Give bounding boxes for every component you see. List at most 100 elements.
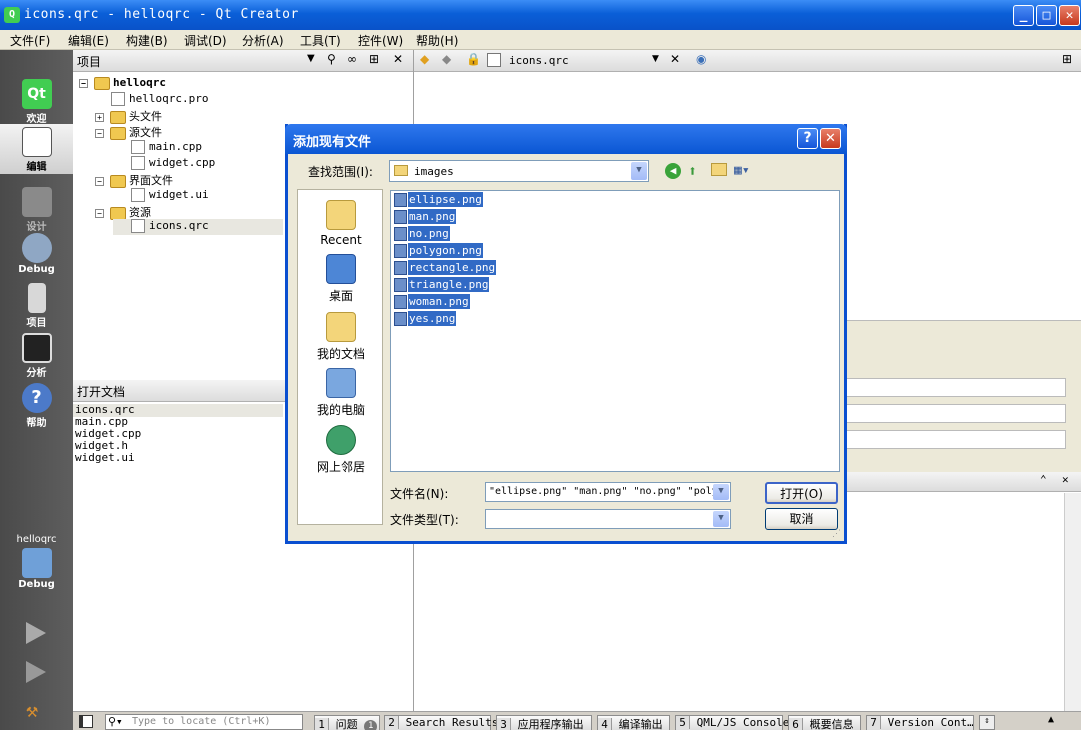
output-tab-app-output[interactable]: 3 应用程序输出 [496,715,592,730]
projects-icon [27,283,46,313]
locator-input[interactable]: ⚲▾ Type to locate (Ctrl+K) [105,714,303,730]
maximize-button[interactable]: □ [1036,5,1057,26]
filter-icon[interactable]: ⚲ [327,52,336,66]
file-item[interactable]: man.png [394,209,457,226]
place-my-computer[interactable]: 我的电脑 [298,368,384,418]
minimize-button[interactable]: _ [1013,5,1034,26]
chevron-down-icon[interactable]: ▼ [713,511,729,527]
output-tab-search[interactable]: 2 Search Results [384,715,498,730]
output-tab-issues[interactable]: 1 问题 1 [314,715,380,730]
close-pane-icon[interactable]: ✕ [1062,473,1069,486]
output-scrollbar[interactable] [1064,493,1081,711]
tree-item-sources[interactable]: − 源文件 [95,124,162,140]
run-icon[interactable] [26,622,46,644]
tree-item-headers[interactable]: + 头文件 [95,108,162,124]
menu-file[interactable]: 文件(F) [10,32,50,49]
my-computer-icon [326,368,356,398]
mode-design[interactable]: 设计 [0,184,73,234]
debug-run-icon[interactable] [26,661,46,683]
property-field[interactable] [846,378,1066,397]
search-icon: ⚲▾ [108,715,123,728]
menu-build[interactable]: 构建(B) [126,32,168,49]
open-button[interactable]: 打开(O) [765,482,838,504]
link-icon[interactable]: ∞ [347,52,357,66]
forward-arrow-icon[interactable]: ◆ [442,52,451,66]
tree-item-icons-qrc[interactable]: icons.qrc [113,219,283,235]
output-tab-version-control[interactable]: 7 Version Cont… [866,715,974,730]
file-item[interactable]: no.png [394,226,450,243]
file-item[interactable]: ellipse.png [394,192,483,209]
view-menu-icon[interactable]: ▦▾ [734,163,750,178]
mode-help[interactable]: ? 帮助 [0,380,73,430]
cancel-button[interactable]: 取消 [765,508,838,530]
tree-item-pro[interactable]: helloqrc.pro [111,92,208,106]
back-icon[interactable]: ◀ [665,163,681,179]
file-item[interactable]: woman.png [394,294,470,311]
analyze-icon [21,333,52,363]
toggle-sidebar-icon[interactable] [79,715,93,728]
close-button[interactable]: ✕ [1059,5,1080,26]
folder-icon [394,165,408,176]
menu-widgets[interactable]: 控件(W) [358,32,403,49]
output-tab-compile[interactable]: 4 编译输出 [597,715,670,730]
kit-selector[interactable]: helloqrc Debug [0,534,73,604]
property-field[interactable] [846,404,1066,423]
menu-analyze[interactable]: 分析(A) [242,32,284,49]
mode-debug[interactable]: Debug [0,230,73,280]
file-item[interactable]: triangle.png [394,277,490,294]
split-editor-icon[interactable]: ⊞ [1062,52,1072,66]
window-title: icons.qrc - helloqrc - Qt Creator [24,7,299,22]
chevron-down-icon[interactable]: ▼ [631,162,647,180]
file-item[interactable]: yes.png [394,311,457,328]
png-file-icon [394,278,407,292]
up-folder-icon[interactable]: ⬆ [688,162,697,180]
menu-debug[interactable]: 调试(D) [184,32,227,49]
help-button[interactable]: ? [797,128,818,149]
more-tabs-icon[interactable]: ⇕ [979,715,995,730]
output-tab-console[interactable]: 5 QML/JS Console [675,715,789,730]
look-in-combo[interactable]: images ▼ [389,160,649,182]
menu-tools[interactable]: 工具(T) [300,32,341,49]
property-field[interactable] [846,430,1066,449]
dialog-close-button[interactable]: ✕ [820,128,841,149]
file-item[interactable]: polygon.png [394,243,483,260]
back-arrow-icon[interactable]: ◆ [420,52,429,66]
toggle-output-icon[interactable]: ▲ [1048,714,1054,725]
tree-item-forms[interactable]: − 界面文件 [95,172,173,188]
tree-item-widget-ui[interactable]: widget.ui [131,188,209,202]
open-doc-item[interactable]: widget.ui [75,452,141,464]
tree-item-root[interactable]: − helloqrc [79,76,166,90]
mode-analyze[interactable]: 分析 [0,330,73,380]
resize-grip-icon[interactable]: ⋰ [832,529,841,539]
file-dropdown-icon[interactable]: ▼ [652,54,659,64]
desktop-icon [326,254,356,284]
close-document-icon[interactable]: ✕ [670,52,680,66]
maximize-pane-icon[interactable]: ⌃ [1040,473,1047,486]
mode-edit[interactable]: 编辑 [0,124,73,174]
close-panel-icon[interactable]: ✕ [393,52,403,66]
place-network[interactable]: 网上邻居 [298,425,384,475]
editor-file-combo[interactable]: icons.qrc [509,54,569,67]
build-hammer-icon[interactable]: ⚒ [26,698,48,722]
mode-welcome[interactable]: Qt 欢迎 [0,76,73,126]
output-tab-general[interactable]: 6 概要信息 [788,715,861,730]
place-desktop[interactable]: 桌面 [298,254,384,304]
tree-item-widget-cpp[interactable]: widget.cpp [131,156,215,170]
project-panel-header: 项目 ▼ ⚲ ∞ ⊞ ✕ [73,50,413,72]
file-item[interactable]: rectangle.png [394,260,497,277]
place-recent[interactable]: Recent [298,200,384,247]
tree-item-resources[interactable]: − 资源 [95,204,151,220]
menu-help[interactable]: 帮助(H) [416,32,458,49]
new-folder-icon[interactable] [711,163,727,176]
menu-edit[interactable]: 编辑(E) [68,32,109,49]
mode-label: 编辑 [26,162,47,173]
split-icon[interactable]: ⊞ [369,52,379,66]
place-my-documents[interactable]: 我的文档 [298,312,384,362]
search-globe-icon[interactable]: ◉ [696,52,706,66]
tree-item-main-cpp[interactable]: main.cpp [131,140,202,154]
view-dropdown-icon[interactable]: ▼ [307,53,315,64]
chevron-down-icon[interactable]: ▼ [713,484,729,500]
mode-projects[interactable]: 项目 [0,280,73,330]
filename-input[interactable]: "ellipse.png" "man.png" "no.png" "poly ▼ [485,482,731,502]
filetype-combo[interactable]: ▼ [485,509,731,529]
